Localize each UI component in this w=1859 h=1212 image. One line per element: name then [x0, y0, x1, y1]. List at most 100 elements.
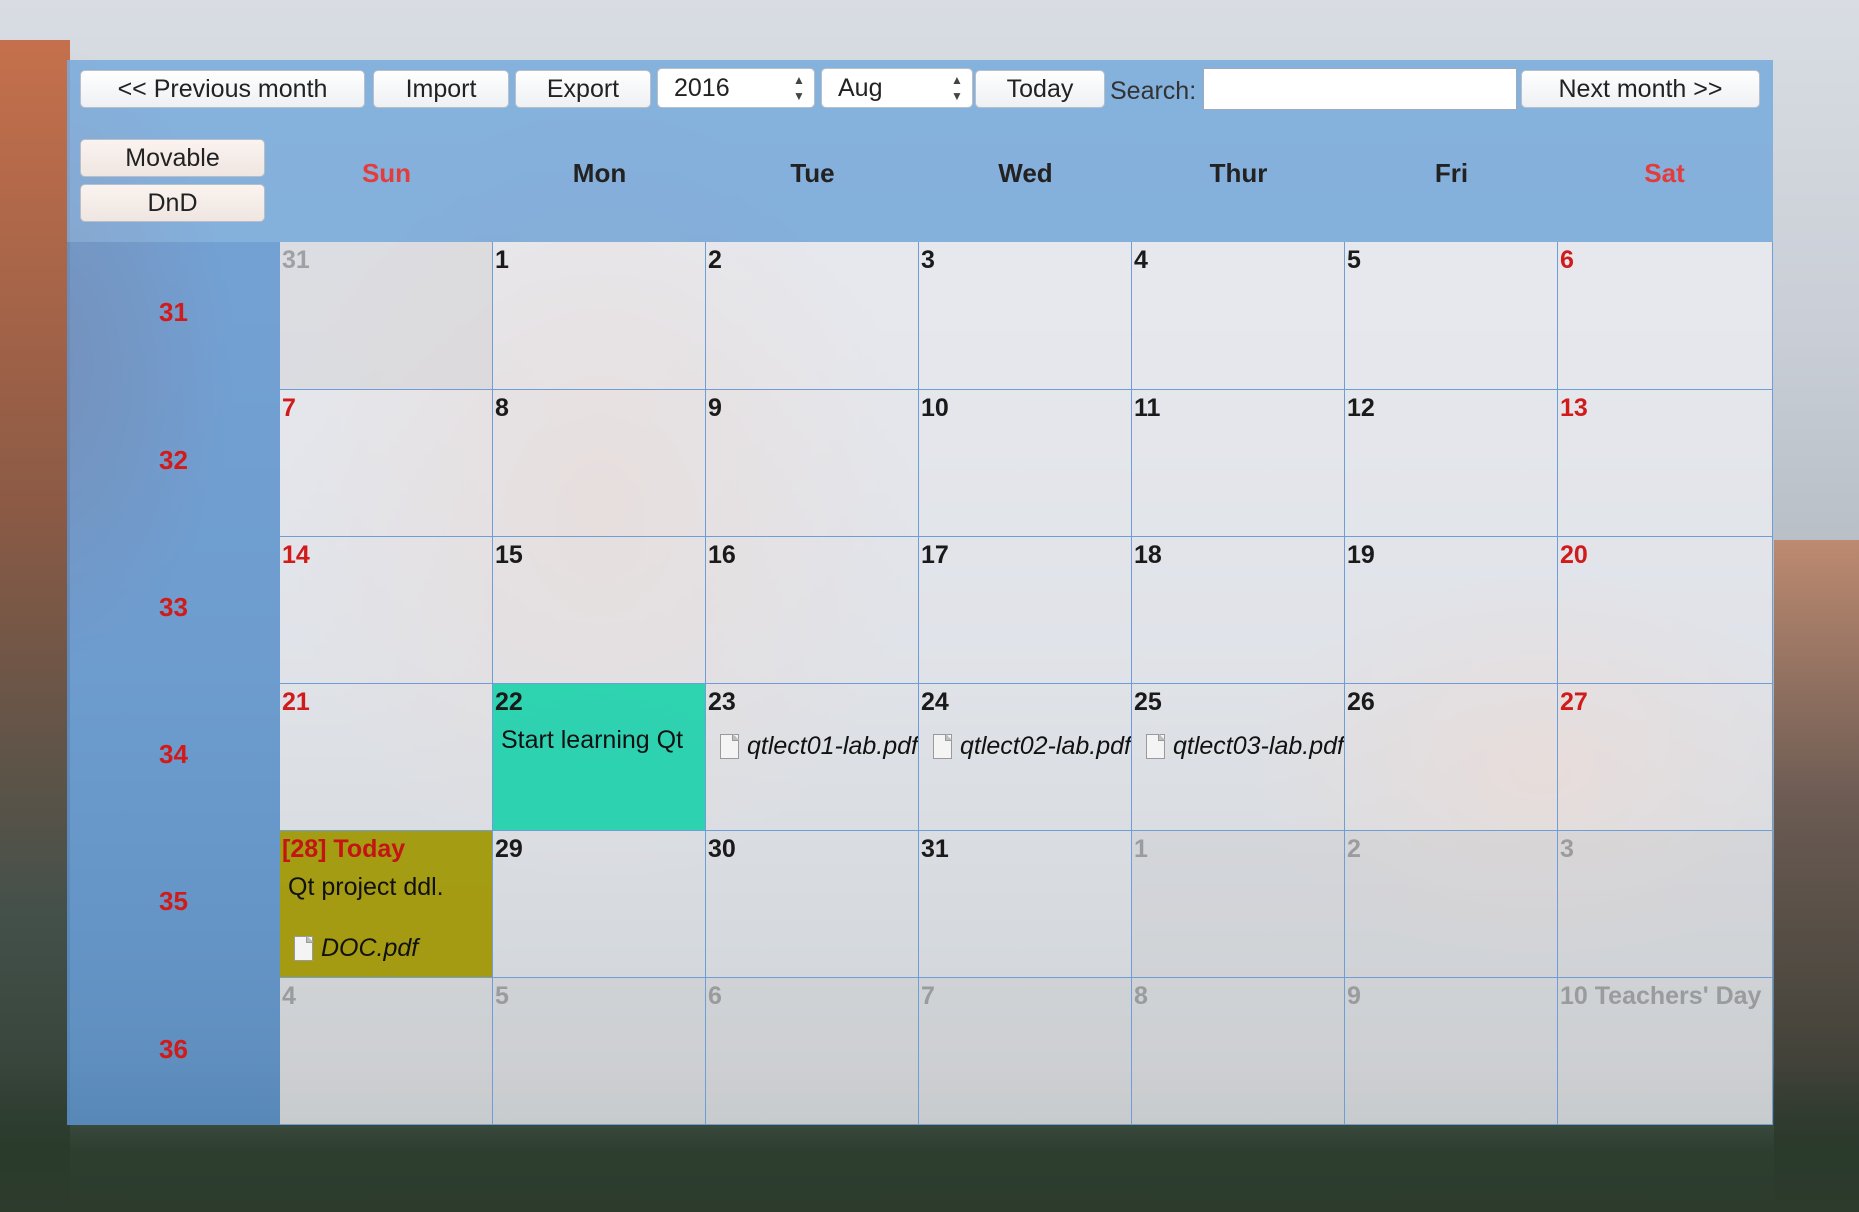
day-cell[interactable]: 5 [1345, 242, 1558, 390]
document-icon [720, 734, 739, 759]
day-number: 11 [1134, 394, 1161, 422]
day-cell[interactable]: 16 [706, 537, 919, 684]
day-number: 26 [1347, 688, 1375, 716]
event-title[interactable]: Start learning Qt [501, 726, 683, 755]
day-cell[interactable]: 19 [1345, 537, 1558, 684]
day-cell[interactable]: 8 [1132, 978, 1345, 1125]
day-cell[interactable]: 7 [280, 390, 493, 537]
day-cell[interactable]: 11 [1132, 390, 1345, 537]
day-cell[interactable]: 4 [1132, 242, 1345, 390]
day-cell[interactable]: 21 [280, 684, 493, 831]
month-spinbox[interactable]: Aug ▲ ▼ [821, 68, 973, 108]
file-name: qtlect01-lab.pdf [747, 732, 918, 760]
day-number: 30 [708, 835, 736, 863]
year-value: 2016 [674, 73, 730, 102]
file-attachment[interactable]: qtlect02-lab.pdf [933, 732, 1131, 761]
day-number: 7 [921, 982, 935, 1010]
year-spinbox[interactable]: 2016 ▲ ▼ [657, 68, 815, 108]
next-month-button[interactable]: Next month >> [1521, 70, 1760, 108]
day-cell[interactable]: 12 [1345, 390, 1558, 537]
day-number: 14 [282, 541, 310, 569]
day-number: 1 [495, 246, 509, 274]
import-button[interactable]: Import [373, 70, 509, 108]
wallpaper-cliff-left [0, 40, 70, 1212]
day-number: 24 [921, 688, 949, 716]
day-header-sat: Sat [1644, 158, 1685, 188]
day-number: 13 [1560, 394, 1588, 422]
day-cell[interactable]: 18 [1132, 537, 1345, 684]
day-cell[interactable]: 9 [1345, 978, 1558, 1125]
day-cell[interactable]: 14 [280, 537, 493, 684]
search-input[interactable] [1203, 68, 1517, 110]
day-cell[interactable]: 2 [706, 242, 919, 390]
document-icon [294, 936, 313, 961]
movable-button[interactable]: Movable [80, 139, 265, 177]
day-cell[interactable]: 10 [919, 390, 1132, 537]
today-button[interactable]: Today [975, 70, 1105, 108]
dnd-button[interactable]: DnD [80, 184, 265, 222]
file-name: qtlect03-lab.pdf [1173, 732, 1344, 760]
day-cell[interactable]: 9 [706, 390, 919, 537]
day-cell[interactable]: 24 qtlect02-lab.pdf [919, 684, 1132, 831]
day-cell[interactable]: 4 [280, 978, 493, 1125]
day-cell[interactable]: 3 [1558, 831, 1773, 978]
day-number: 5 [1347, 246, 1361, 274]
file-attachment[interactable]: DOC.pdf [294, 934, 418, 963]
day-cell[interactable]: 6 [1558, 242, 1773, 390]
week-number-band [67, 242, 280, 1125]
day-cell[interactable]: 6 [706, 978, 919, 1125]
up-down-arrows-icon[interactable]: ▲ ▼ [792, 74, 806, 102]
day-cell[interactable]: 17 [919, 537, 1132, 684]
calendar-window: << Previous month Import Export 2016 ▲ ▼ … [67, 60, 1773, 1125]
day-number: 23 [708, 688, 736, 716]
today-label: [28] Today [282, 835, 406, 863]
event-title[interactable]: Qt project ddl. [288, 873, 444, 902]
day-cell[interactable]: 5 [493, 978, 706, 1125]
day-number: 31 [921, 835, 949, 863]
day-cell[interactable]: 13 [1558, 390, 1773, 537]
file-name: DOC.pdf [321, 934, 419, 962]
day-number: 25 [1134, 688, 1162, 716]
day-header-tue: Tue [790, 158, 835, 188]
day-cell[interactable]: 23 qtlect01-lab.pdf [706, 684, 919, 831]
day-number: 6 [1560, 246, 1574, 274]
day-cell[interactable]: 31 [919, 831, 1132, 978]
file-attachment[interactable]: qtlect03-lab.pdf [1146, 732, 1344, 761]
day-number: 10 [921, 394, 949, 422]
day-number: 1 [1134, 835, 1148, 863]
previous-month-button[interactable]: << Previous month [80, 70, 365, 108]
up-down-arrows-icon[interactable]: ▲ ▼ [950, 74, 964, 102]
day-number: 29 [495, 835, 523, 863]
day-cell[interactable]: 2 [1345, 831, 1558, 978]
day-number-holiday: 10 Teachers' Day [1560, 982, 1762, 1010]
day-number: 21 [282, 688, 310, 716]
day-cell[interactable]: 8 [493, 390, 706, 537]
day-cell[interactable]: 3 [919, 242, 1132, 390]
day-cell[interactable]: 25 qtlect03-lab.pdf [1132, 684, 1345, 831]
week-number: 36 [159, 1034, 188, 1064]
day-cell-holiday[interactable]: 10 Teachers' Day [1558, 978, 1773, 1125]
day-number: 2 [708, 246, 722, 274]
day-number: 8 [1134, 982, 1148, 1010]
day-number: 12 [1347, 394, 1375, 422]
today-cell[interactable]: [28] Today Qt project ddl. DOC.pdf [280, 831, 493, 978]
day-number: 7 [282, 394, 296, 422]
day-cell[interactable]: 15 [493, 537, 706, 684]
week-number: 34 [159, 739, 188, 769]
file-attachment[interactable]: qtlect01-lab.pdf [720, 732, 918, 761]
day-cell-event[interactable]: 22 Start learning Qt [493, 684, 706, 831]
day-cell[interactable]: 31 [280, 242, 493, 390]
day-number: 4 [1134, 246, 1148, 274]
day-cell[interactable]: 7 [919, 978, 1132, 1125]
day-cell[interactable]: 1 [1132, 831, 1345, 978]
day-cell[interactable]: 1 [493, 242, 706, 390]
day-number: 3 [1560, 835, 1574, 863]
day-cell[interactable]: 27 [1558, 684, 1773, 831]
day-cell[interactable]: 30 [706, 831, 919, 978]
day-cell[interactable]: 26 [1345, 684, 1558, 831]
export-button[interactable]: Export [515, 70, 651, 108]
day-cell[interactable]: 29 [493, 831, 706, 978]
day-number: 5 [495, 982, 509, 1010]
day-number: 3 [921, 246, 935, 274]
day-cell[interactable]: 20 [1558, 537, 1773, 684]
